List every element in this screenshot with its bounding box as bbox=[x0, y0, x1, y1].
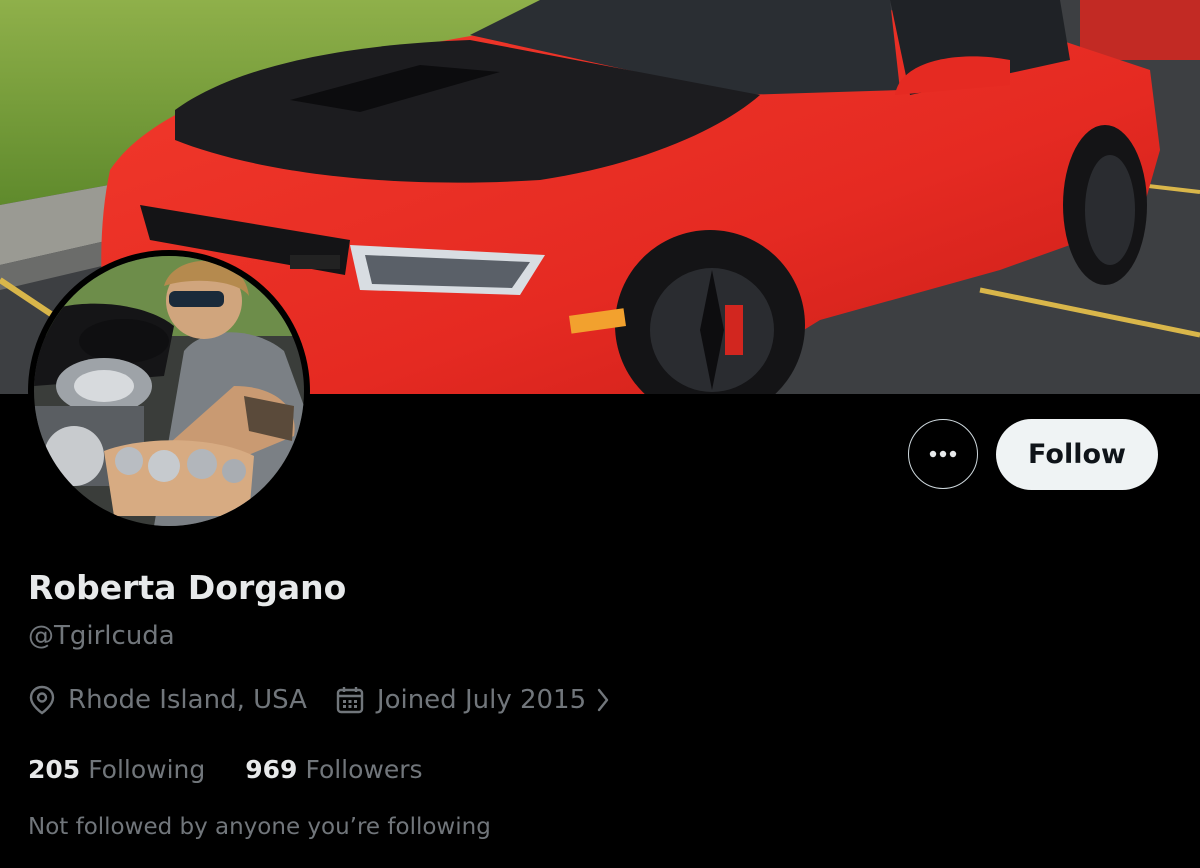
calendar-icon bbox=[336, 687, 364, 714]
profile-meta-row: Rhode Island, USA Joined July 2015 bbox=[28, 680, 610, 720]
avatar-photo bbox=[34, 256, 304, 526]
profile-handle: @Tgirlcuda bbox=[28, 621, 175, 651]
profile-display-name: Roberta Dorgano bbox=[28, 568, 347, 607]
more-options-icon bbox=[929, 450, 957, 458]
profile-joined-date[interactable]: Joined July 2015 bbox=[335, 685, 610, 715]
joined-text: Joined July 2015 bbox=[376, 685, 587, 715]
followers-label: Followers bbox=[305, 754, 423, 784]
followers-count: 969 bbox=[245, 754, 298, 784]
chevron-right-icon bbox=[597, 688, 609, 712]
follow-button[interactable]: Follow bbox=[996, 419, 1158, 490]
followers-link[interactable]: 969 Followers bbox=[245, 755, 422, 784]
location-pin-icon bbox=[29, 685, 55, 715]
profile-location: Rhode Island, USA bbox=[28, 685, 307, 715]
profile-avatar[interactable] bbox=[28, 250, 310, 532]
more-options-button[interactable] bbox=[908, 419, 978, 489]
profile-stats-row: 205 Following 969 Followers bbox=[28, 750, 423, 788]
following-label: Following bbox=[88, 754, 206, 784]
following-link[interactable]: 205 Following bbox=[28, 755, 205, 784]
following-count: 205 bbox=[28, 754, 81, 784]
mutual-followers-note: Not followed by anyone you’re following bbox=[28, 814, 491, 840]
location-text: Rhode Island, USA bbox=[68, 685, 307, 715]
